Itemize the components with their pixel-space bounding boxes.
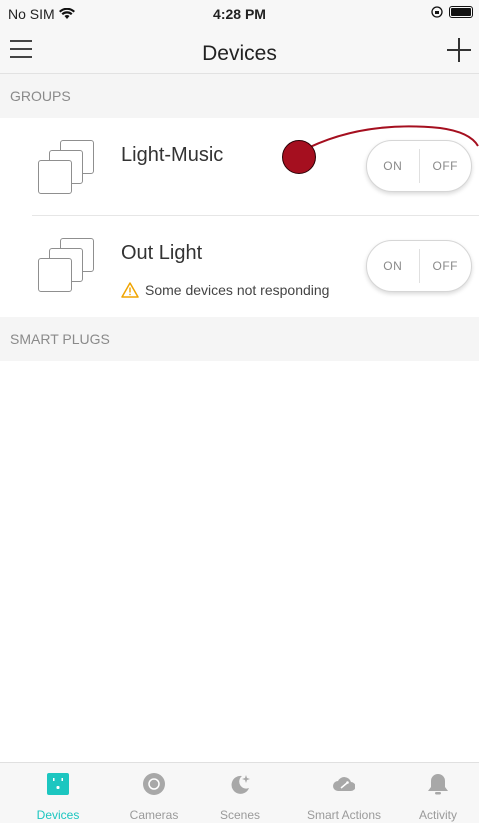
tab-bar: Devices Cameras Scenes Smart Actions Act… <box>0 762 479 823</box>
on-button[interactable]: ON <box>367 259 419 273</box>
touch-indicator <box>282 140 316 174</box>
group-icon <box>38 140 98 196</box>
off-button[interactable]: OFF <box>420 259 472 273</box>
tab-label: Devices <box>36 808 80 822</box>
scenes-icon <box>231 775 250 794</box>
status-bar: No SIM 4:28 PM <box>0 0 479 28</box>
group-icon <box>38 238 98 294</box>
status-time: 4:28 PM <box>213 6 266 22</box>
camera-icon <box>143 773 165 795</box>
on-button[interactable]: ON <box>367 159 419 173</box>
tab-label: Smart Actions <box>306 808 382 822</box>
page-title: Devices <box>202 42 277 65</box>
warning-text: Some devices not responding <box>145 282 330 298</box>
group-name: Light-Music <box>121 144 224 166</box>
tab-label: Scenes <box>219 808 261 822</box>
tab-activity[interactable]: Activity <box>390 763 479 823</box>
group-name: Out Light <box>121 242 203 264</box>
off-button[interactable]: OFF <box>420 159 472 173</box>
bell-icon <box>428 774 448 795</box>
tab-smart-actions[interactable]: Smart Actions <box>296 763 392 823</box>
smart-plugs-section-header: SMART PLUGS <box>0 317 479 361</box>
on-off-toggle[interactable]: ON OFF <box>366 240 472 292</box>
nav-bar: Devices <box>0 28 479 74</box>
orientation-lock-icon <box>431 6 443 18</box>
warning-icon <box>121 282 139 298</box>
devices-icon <box>47 773 69 795</box>
tab-devices[interactable]: Devices <box>10 763 106 823</box>
on-off-toggle[interactable]: ON OFF <box>366 140 472 192</box>
tab-cameras[interactable]: Cameras <box>106 763 202 823</box>
groups-section-header: GROUPS <box>0 74 479 118</box>
battery-icon <box>449 6 473 18</box>
group-row-out-light[interactable]: Out Light Some devices not responding ON… <box>0 216 479 316</box>
smart-actions-icon <box>333 777 355 791</box>
status-right <box>431 6 473 18</box>
add-device-icon[interactable] <box>447 38 471 62</box>
group-row-light-music[interactable]: Light-Music ON OFF <box>0 118 479 218</box>
tab-scenes[interactable]: Scenes <box>192 763 288 823</box>
tab-label: Cameras <box>129 808 179 822</box>
warning-message: Some devices not responding <box>121 282 329 298</box>
tab-label: Activity <box>418 808 457 822</box>
